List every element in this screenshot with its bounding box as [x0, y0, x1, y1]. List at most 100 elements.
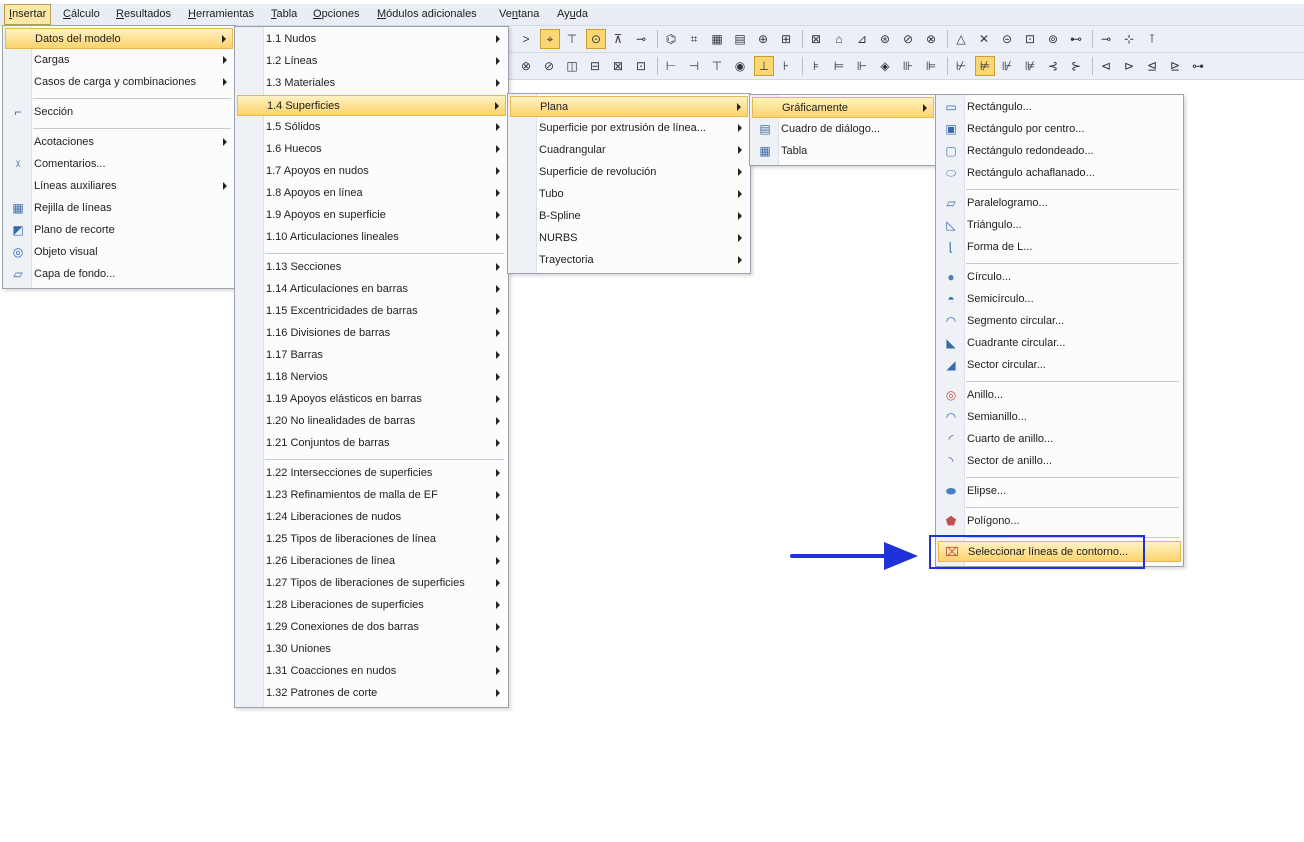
toolbar-button-icon[interactable]: ▦ [708, 30, 726, 48]
toolbar-button-icon[interactable]: ⊚ [1044, 30, 1062, 48]
menu1-item[interactable]: ▦ Rejilla de líneas [5, 198, 233, 219]
menu2-item[interactable]: 1.25 Tipos de liberaciones de línea [237, 529, 506, 550]
toolbar-button-icon[interactable]: ⊱ [1067, 57, 1085, 75]
toolbar-button-icon[interactable]: ⊸ [632, 30, 650, 48]
menu2-item[interactable]: 1.6 Huecos [237, 139, 506, 160]
menu1-item[interactable]: ᵡ Comentarios... [5, 154, 233, 175]
menubar-item-3[interactable]: Herramientas [184, 4, 258, 25]
toolbar-button-icon[interactable]: ⊯ [1021, 57, 1039, 75]
toolbar-button-icon[interactable]: ⊩ [853, 57, 871, 75]
menu1-item[interactable]: Casos de carga y combinaciones [5, 72, 233, 93]
toolbar-button-icon[interactable]: ⊲ [1097, 57, 1115, 75]
menu2-item[interactable]: 1.22 Intersecciones de superficies [237, 463, 506, 484]
toolbar-button-icon[interactable]: ⊴ [1143, 57, 1161, 75]
toolbar-button-icon[interactable]: ⊕ [754, 30, 772, 48]
menu5-item[interactable]: ◎ Anillo... [938, 385, 1181, 406]
toolbar-button-icon[interactable]: ⊙ [586, 29, 606, 49]
toolbar-button-icon[interactable]: ▤ [731, 30, 749, 48]
menu3-item[interactable]: Plana [510, 96, 748, 117]
toolbar-button-icon[interactable]: ◫ [563, 57, 581, 75]
toolbar-button-icon[interactable]: ⊮ [998, 57, 1016, 75]
toolbar-button-icon[interactable]: ⊢ [662, 57, 680, 75]
toolbar-button-icon[interactable]: ⊪ [899, 57, 917, 75]
toolbar-button-icon[interactable]: ⊦ [777, 57, 795, 75]
toolbar-button-icon[interactable]: ⊵ [1166, 57, 1184, 75]
toolbar-button-icon[interactable]: △ [952, 30, 970, 48]
toolbar-button-icon[interactable]: ◈ [876, 57, 894, 75]
toolbar-button-icon[interactable]: ⊤ [563, 30, 581, 48]
menu4-item[interactable]: ▤ Cuadro de diálogo... [752, 119, 934, 140]
menu1-item[interactable]: ◎ Objeto visual [5, 242, 233, 263]
toolbar-button-icon[interactable]: ⊠ [609, 57, 627, 75]
menu1-item[interactable]: ⌐ Sección [5, 102, 233, 123]
menu2-item[interactable]: 1.4 Superficies [237, 95, 506, 116]
menu5-item[interactable]: ◠ Segmento circular... [938, 311, 1181, 332]
toolbar-button-icon[interactable]: ⊡ [632, 57, 650, 75]
menu5-item[interactable]: ⬭ Rectángulo achaflanado... [938, 163, 1181, 184]
toolbar-button-icon[interactable]: ⊬ [952, 57, 970, 75]
menu1-item[interactable]: ▱ Capa de fondo... [5, 264, 233, 285]
menu1-item[interactable]: ◩ Plano de recorte [5, 220, 233, 241]
menu2-item[interactable]: 1.23 Refinamientos de malla de EF [237, 485, 506, 506]
menu2-item[interactable]: 1.30 Uniones [237, 639, 506, 660]
menubar-item-4[interactable]: Tabla [267, 4, 301, 25]
toolbar-button-icon[interactable]: ⊨ [830, 57, 848, 75]
toolbar-button-icon[interactable]: ⊞ [777, 30, 795, 48]
toolbar-button-icon[interactable]: ⊭ [975, 56, 995, 76]
menu5-item[interactable]: ▣ Rectángulo por centro... [938, 119, 1181, 140]
toolbar-button-icon[interactable]: ⌂ [830, 30, 848, 48]
toolbar-button-icon[interactable]: ⊷ [1067, 30, 1085, 48]
menu4-item[interactable]: Gráficamente [752, 97, 934, 118]
toolbar-button-icon[interactable]: ⊥ [754, 56, 774, 76]
toolbar-button-icon[interactable]: ⊘ [540, 57, 558, 75]
menu5-item[interactable]: ◢ Sector circular... [938, 355, 1181, 376]
menu2-item[interactable]: 1.20 No linealidades de barras [237, 411, 506, 432]
menu2-item[interactable]: 1.10 Articulaciones lineales [237, 227, 506, 248]
menubar-item-6[interactable]: Módulos adicionales [373, 4, 481, 25]
menu2-item[interactable]: 1.1 Nudos [237, 29, 506, 50]
menubar-item-5[interactable]: Opciones [309, 4, 363, 25]
toolbar-button-icon[interactable]: ⊹ [1120, 30, 1138, 48]
menu5-item[interactable]: ⌊ Forma de L... [938, 237, 1181, 258]
menu5-item[interactable]: ◜ Cuarto de anillo... [938, 429, 1181, 450]
toolbar-button-icon[interactable]: ⊝ [998, 30, 1016, 48]
menubar-item-8[interactable]: Ayuda [553, 4, 592, 25]
toolbar-button-icon[interactable]: ⊤ [708, 57, 726, 75]
menu5-item[interactable]: ▱ Paralelogramo... [938, 193, 1181, 214]
menu2-item[interactable]: 1.26 Liberaciones de línea [237, 551, 506, 572]
menu2-item[interactable]: 1.9 Apoyos en superficie [237, 205, 506, 226]
menu2-item[interactable]: 1.15 Excentricidades de barras [237, 301, 506, 322]
toolbar-button-icon[interactable]: ⊛ [876, 30, 894, 48]
menu2-item[interactable]: 1.32 Patrones de corte [237, 683, 506, 704]
toolbar-button-icon[interactable]: ⊧ [807, 57, 825, 75]
toolbar-button-icon[interactable]: ✕ [975, 30, 993, 48]
menu5-item[interactable]: ◺ Triángulo... [938, 215, 1181, 236]
menu2-item[interactable]: 1.19 Apoyos elásticos en barras [237, 389, 506, 410]
menu2-item[interactable]: 1.2 Líneas [237, 51, 506, 72]
menu2-item[interactable]: 1.7 Apoyos en nudos [237, 161, 506, 182]
menu5-item[interactable]: ▭ Rectángulo... [938, 97, 1181, 118]
menu3-item[interactable]: B-Spline [510, 206, 748, 227]
menu5-item[interactable]: ⬟ Polígono... [938, 511, 1181, 532]
menu2-item[interactable]: 1.18 Nervios [237, 367, 506, 388]
menu2-item[interactable]: 1.29 Conexiones de dos barras [237, 617, 506, 638]
toolbar-button-icon[interactable]: ⊸ [1097, 30, 1115, 48]
menu2-item[interactable]: 1.17 Barras [237, 345, 506, 366]
menu5-item[interactable]: ◓ Semicírculo... [938, 289, 1181, 310]
menu3-item[interactable]: Tubo [510, 184, 748, 205]
toolbar-button-icon[interactable]: ⊳ [1120, 57, 1138, 75]
menu5-item[interactable]: ▢ Rectángulo redondeado... [938, 141, 1181, 162]
menu5-item[interactable]: ◣ Cuadrante circular... [938, 333, 1181, 354]
menu2-item[interactable]: 1.3 Materiales [237, 73, 506, 94]
menu2-item[interactable]: 1.24 Liberaciones de nudos [237, 507, 506, 528]
menu2-item[interactable]: 1.16 Divisiones de barras [237, 323, 506, 344]
menu3-item[interactable]: Cuadrangular [510, 140, 748, 161]
menu3-item[interactable]: Superficie por extrusión de línea... [510, 118, 748, 139]
menubar-item-1[interactable]: Cálculo [59, 4, 104, 25]
toolbar-button-icon[interactable]: ⊘ [899, 30, 917, 48]
toolbar-button-icon[interactable]: ◉ [731, 57, 749, 75]
toolbar-button-icon[interactable]: ⊿ [853, 30, 871, 48]
menu1-item[interactable]: Líneas auxiliares [5, 176, 233, 197]
menu5-item[interactable]: ⬬ Elipse... [938, 481, 1181, 502]
toolbar-button-icon[interactable]: ⊰ [1044, 57, 1062, 75]
